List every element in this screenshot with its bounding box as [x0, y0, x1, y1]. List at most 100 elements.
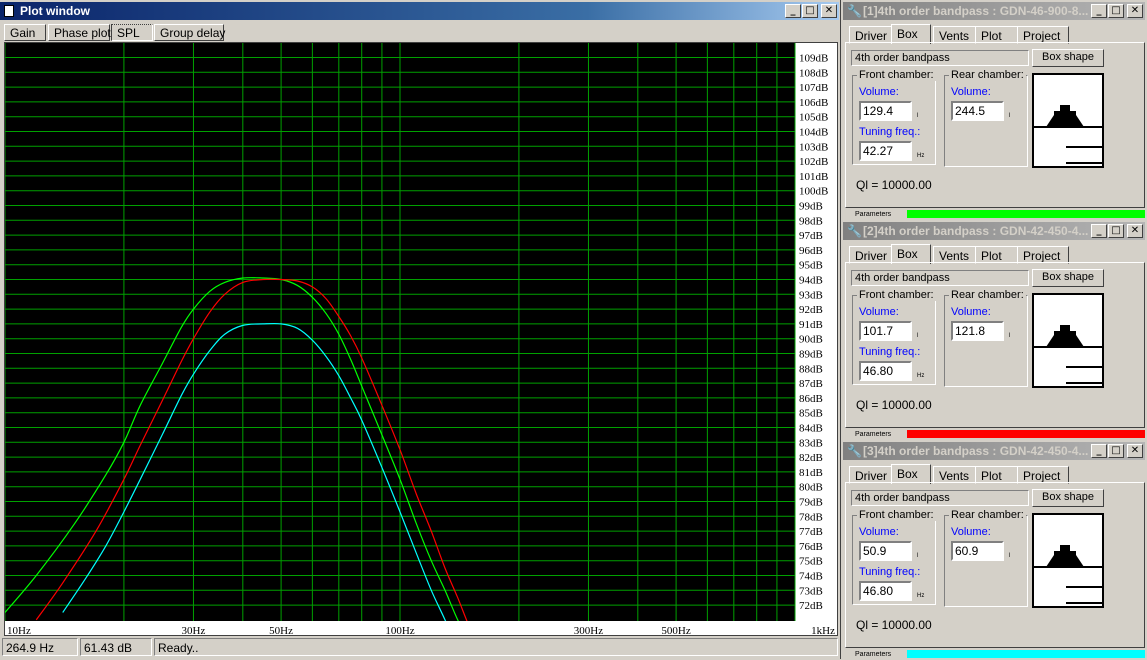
plot-area[interactable]: 109dB 108dB 107dB 106dB 105dB 104dB 103dB 102dB… — [4, 42, 838, 636]
app-icon — [4, 5, 14, 17]
close-button[interactable]: ✕ — [1127, 224, 1143, 238]
maximize-button[interactable]: □ — [1108, 444, 1124, 458]
tab-box[interactable]: Box — [891, 244, 931, 264]
speaker-icon — [1034, 105, 1102, 164]
front-volume-unit: l — [917, 333, 919, 339]
rear-chamber-label: Rear chamber: — [949, 289, 1026, 301]
tab-box[interactable]: Box — [891, 464, 931, 484]
box-type-label: 4th order bandpass — [851, 50, 1029, 66]
y-tick-label: 81dB — [799, 467, 823, 479]
front-volume-label: Volume: — [859, 526, 899, 538]
panel-title: [1]4th order bandpass : GDN-46-900-8... — [863, 4, 1089, 18]
rear-volume-input[interactable] — [951, 541, 1004, 561]
close-button[interactable]: ✕ — [1127, 444, 1143, 458]
y-tick-label: 106dB — [799, 97, 828, 109]
tuning-input[interactable] — [859, 361, 912, 381]
minimize-button[interactable]: _ — [1091, 4, 1107, 18]
y-tick-label: 102dB — [799, 156, 828, 168]
rear-volume-label: Volume: — [951, 526, 991, 538]
plot-window: Plot window _ □ ✕ Gain Phase plot SPL Gr… — [0, 0, 841, 659]
tuning-input[interactable] — [859, 141, 912, 161]
y-tick-label: 83dB — [799, 437, 823, 449]
tab-phase-plot[interactable]: Phase plot — [48, 24, 111, 41]
tab-spl[interactable]: SPL — [111, 24, 153, 41]
x-tick-label: 50Hz — [269, 625, 293, 635]
y-tick-label: 75dB — [799, 556, 823, 568]
box-panel-1: 🔧 [1]4th order bandpass : GDN-46-900-8..… — [843, 0, 1147, 220]
y-tick-label: 77dB — [799, 526, 823, 538]
plot-window-titlebar[interactable]: Plot window _ □ ✕ — [0, 2, 839, 20]
speaker-icon — [1034, 325, 1102, 384]
maximize-button[interactable]: □ — [802, 4, 818, 18]
bandpass-box-diagram — [1032, 73, 1104, 168]
y-tick-label: 84dB — [799, 423, 823, 435]
wrench-icon: 🔧 — [847, 444, 862, 458]
tab-gain[interactable]: Gain — [4, 24, 46, 41]
y-tick-label: 92dB — [799, 304, 823, 316]
panel-titlebar[interactable]: 🔧 [3]4th order bandpass : GDN-42-450-4..… — [843, 442, 1145, 460]
tuning-unit: Hz — [917, 373, 925, 379]
box-panel-2: 🔧 [2]4th order bandpass : GDN-42-450-4..… — [843, 220, 1147, 440]
tab-group-delay[interactable]: Group delay — [154, 24, 225, 41]
ql-value: Ql = 10000.00 — [856, 178, 932, 192]
y-tick-label: 73dB — [799, 585, 823, 597]
y-tick-label: 74dB — [799, 571, 823, 583]
minimize-button[interactable]: _ — [1091, 444, 1107, 458]
rear-volume-input[interactable] — [951, 101, 1004, 121]
y-tick-label: 91dB — [799, 319, 823, 331]
panel-body: 4th order bandpass Box shape Front chamb… — [845, 262, 1145, 428]
front-volume-label: Volume: — [859, 306, 899, 318]
x-tick-label: 10Hz — [7, 625, 31, 635]
ql-value: Ql = 10000.00 — [856, 398, 932, 412]
x-tick-label: 30Hz — [182, 625, 206, 635]
spl-chart[interactable]: 109dB 108dB 107dB 106dB 105dB 104dB 103dB 102dB… — [5, 43, 837, 635]
x-tick-label: 100Hz — [385, 625, 414, 635]
maximize-button[interactable]: □ — [1108, 224, 1124, 238]
panel-titlebar[interactable]: 🔧 [2]4th order bandpass : GDN-42-450-4..… — [843, 222, 1145, 240]
box-shape-button[interactable]: Box shape — [1032, 489, 1104, 507]
close-button[interactable]: ✕ — [821, 4, 837, 18]
y-tick-label: 82dB — [799, 452, 823, 464]
close-button[interactable]: ✕ — [1127, 4, 1143, 18]
box-shape-button[interactable]: Box shape — [1032, 49, 1104, 67]
y-tick-label: 93dB — [799, 289, 823, 301]
box-panel-3: 🔧 [3]4th order bandpass : GDN-42-450-4..… — [843, 440, 1147, 660]
front-volume-unit: l — [917, 113, 919, 119]
front-volume-unit: l — [917, 553, 919, 559]
status-frequency: 264.9 Hz — [2, 638, 78, 656]
rear-volume-unit: l — [1009, 113, 1011, 119]
y-tick-label: 108dB — [799, 67, 828, 79]
y-tick-label: 109dB — [799, 53, 828, 65]
bandpass-box-diagram — [1032, 293, 1104, 388]
rear-volume-input[interactable] — [951, 321, 1004, 341]
front-volume-input[interactable] — [859, 541, 912, 561]
rear-chamber-label: Rear chamber: — [949, 509, 1026, 521]
rear-chamber-group: Rear chamber: Volume: l — [944, 289, 1028, 387]
tab-box[interactable]: Box — [891, 24, 931, 44]
panel-tab-bar: Driver Box Vents Plot Project — [845, 244, 1145, 264]
maximize-button[interactable]: □ — [1108, 4, 1124, 18]
x-tick-label: 300Hz — [574, 625, 603, 635]
front-volume-input[interactable] — [859, 321, 912, 341]
x-tick-label: 1kHz — [811, 625, 835, 635]
y-tick-label: 78dB — [799, 511, 823, 523]
front-chamber-group: Front chamber: Volume: l Tuning freq.: H… — [852, 69, 936, 165]
minimize-button[interactable]: _ — [785, 4, 801, 18]
panel-titlebar[interactable]: 🔧 [1]4th order bandpass : GDN-46-900-8..… — [843, 2, 1145, 20]
rear-volume-label: Volume: — [951, 86, 991, 98]
y-tick-label: 101dB — [799, 171, 828, 183]
box-shape-button[interactable]: Box shape — [1032, 269, 1104, 287]
y-tick-label: 87dB — [799, 378, 823, 390]
rear-volume-unit: l — [1009, 553, 1011, 559]
box-type-label: 4th order bandpass — [851, 270, 1029, 286]
minimize-button[interactable]: _ — [1091, 224, 1107, 238]
wrench-icon: 🔧 — [847, 4, 862, 18]
panel-title: [3]4th order bandpass : GDN-42-450-4... — [863, 444, 1089, 458]
panel-tab-bar: Driver Box Vents Plot Project — [845, 464, 1145, 484]
plot-window-title: Plot window — [20, 4, 90, 18]
y-tick-label: 97dB — [799, 230, 823, 242]
y-tick-label: 99dB — [799, 201, 823, 213]
tuning-input[interactable] — [859, 581, 912, 601]
front-volume-input[interactable] — [859, 101, 912, 121]
tuning-unit: Hz — [917, 593, 925, 599]
